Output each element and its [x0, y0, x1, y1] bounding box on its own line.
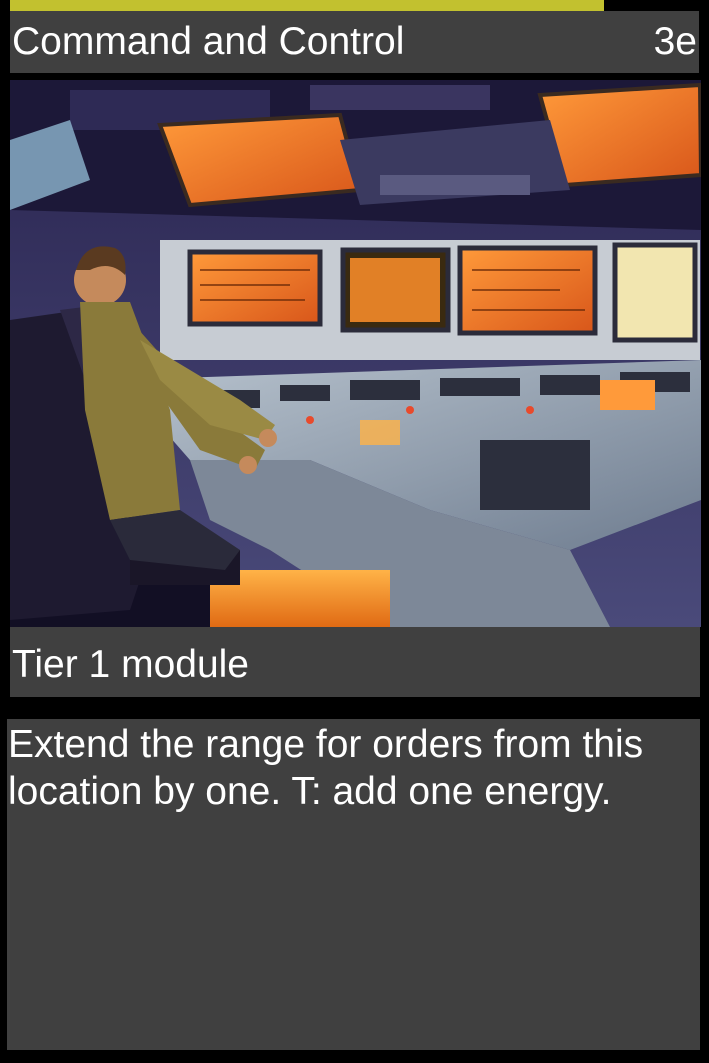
card-rules-text: Extend the range for orders from this lo…: [8, 723, 644, 813]
card-type-line: Tier 1 module: [12, 643, 249, 686]
rules-text-box: Extend the range for orders from this lo…: [7, 719, 700, 1050]
card-artwork: [10, 80, 701, 627]
control-room-illustration: [10, 80, 701, 627]
card-title: Command and Control: [12, 20, 405, 63]
title-bar: Command and Control 3e: [10, 11, 699, 73]
type-line-bar: Tier 1 module: [10, 627, 700, 697]
accent-bar: [10, 0, 604, 11]
card-cost: 3e: [653, 20, 697, 63]
